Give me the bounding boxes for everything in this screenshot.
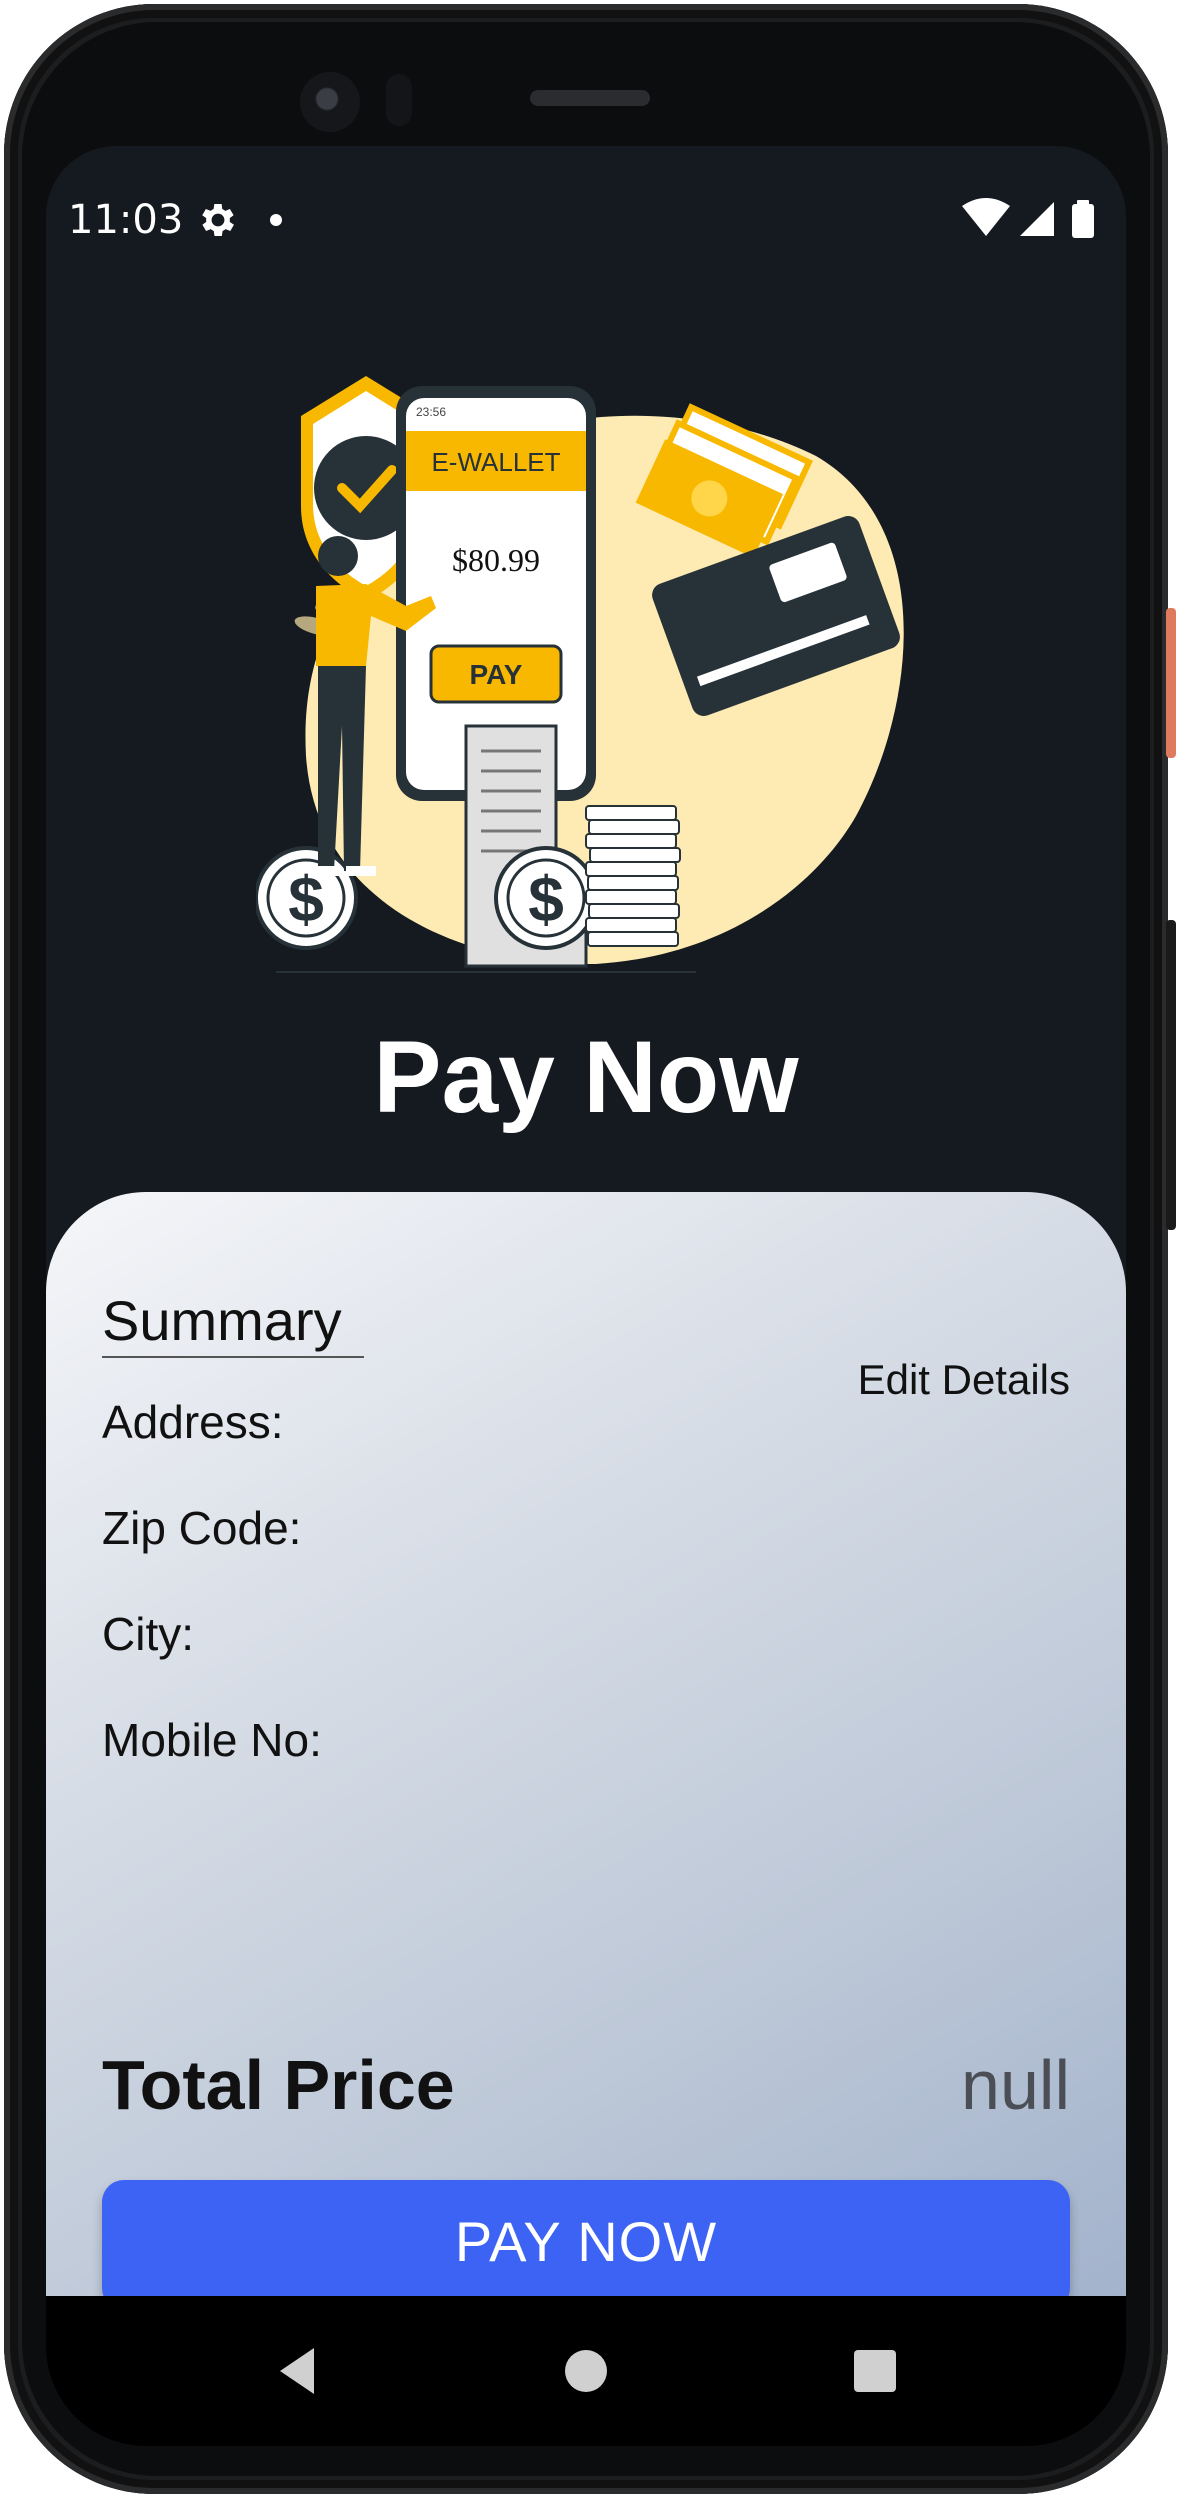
wallet-label: E-WALLET	[431, 447, 560, 477]
front-camera	[300, 72, 360, 132]
wifi-icon	[962, 198, 1010, 236]
home-icon[interactable]	[551, 2336, 621, 2406]
navigation-bar	[46, 2296, 1126, 2446]
total-price-value: null	[961, 2046, 1070, 2124]
earpiece-speaker	[530, 90, 650, 106]
summary-title: Summary	[102, 1286, 364, 1358]
e-wallet-illustration: 23:56 E-WALLET $80.99 PAY $ $	[256, 376, 904, 973]
edit-details-link[interactable]: Edit Details	[858, 1352, 1070, 1408]
proximity-sensor	[386, 74, 412, 126]
summary-card: Summary Edit Details Address: Zip Code: …	[46, 1192, 1126, 2296]
volume-button[interactable]	[1166, 920, 1176, 1230]
total-price-label: Total Price	[102, 2046, 455, 2124]
back-icon[interactable]	[262, 2336, 332, 2406]
coin-stack-icon	[585, 805, 681, 947]
wallet-pay-label: PAY	[470, 659, 523, 690]
status-icons	[962, 198, 1094, 238]
power-button[interactable]	[1166, 608, 1176, 758]
recents-icon[interactable]	[840, 2336, 910, 2406]
city-label: City:	[102, 1608, 194, 1660]
zip-code-label: Zip Code:	[102, 1502, 302, 1554]
battery-icon	[1072, 204, 1094, 238]
pay-now-button[interactable]: PAY NOW	[102, 2180, 1070, 2296]
mobile-no-label: Mobile No:	[102, 1714, 322, 1766]
wallet-amount: $80.99	[452, 542, 540, 578]
gear-icon	[202, 204, 234, 236]
status-bar: 11:03	[46, 190, 1126, 250]
status-time: 11:03	[68, 197, 184, 243]
app-screen: 11:03 23:56 E-WALLET $80.99 PAY $ $ Pay …	[46, 146, 1126, 2296]
svg-text:$: $	[528, 863, 564, 935]
notification-dot-icon	[270, 214, 282, 226]
phone-time-text: 23:56	[416, 405, 446, 419]
page-title: Pay Now	[373, 1020, 799, 1134]
address-label: Address:	[102, 1396, 284, 1448]
